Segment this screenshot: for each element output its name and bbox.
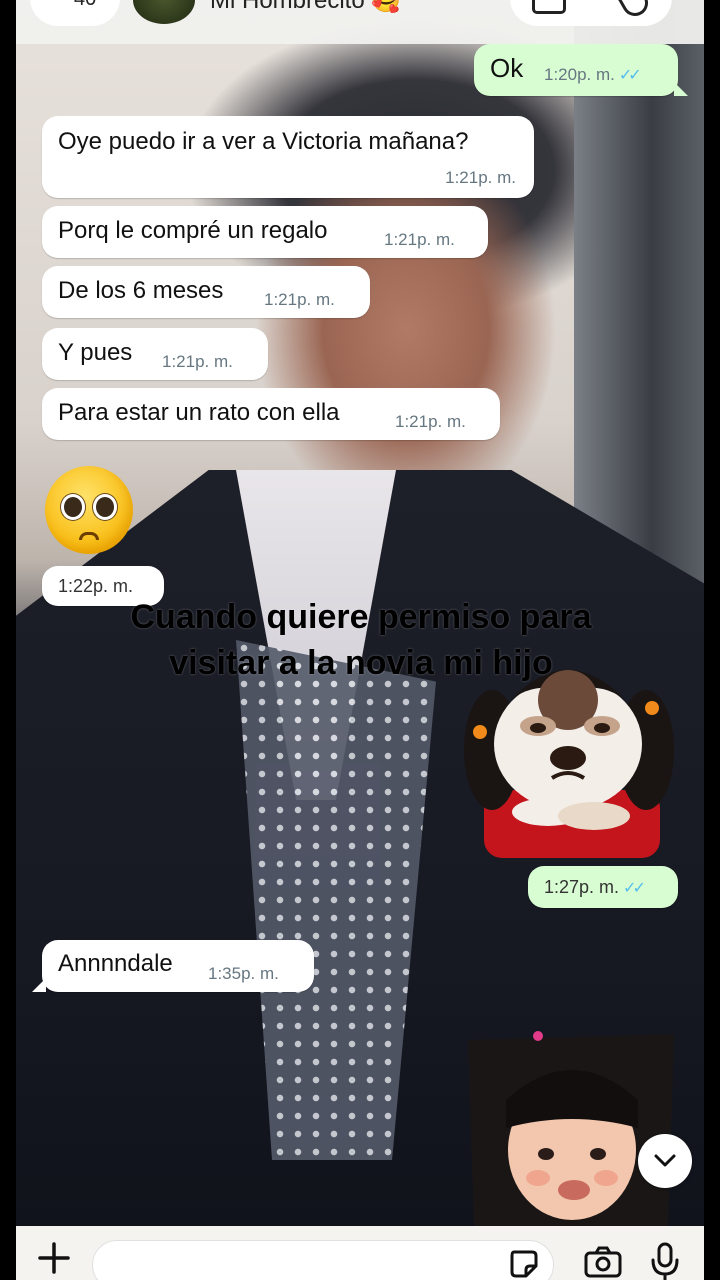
girl-sticker-art: [468, 1031, 674, 1226]
message-incoming[interactable]: Para estar un rato con ella 1:21p. m.: [42, 388, 500, 440]
bubble-tail: [32, 978, 46, 992]
scroll-down-button[interactable]: [638, 1134, 692, 1188]
video-call-icon[interactable]: [532, 0, 566, 14]
message-text: Oye puedo ir a ver a Victoria mañana?: [58, 128, 469, 155]
contact-name[interactable]: Mi Hombrecito 🥰: [210, 0, 401, 15]
voice-call-icon[interactable]: [617, 0, 653, 21]
message-time: 1:21p. m.: [264, 290, 335, 309]
read-ticks-icon: ✓✓: [618, 67, 642, 84]
message-time: 1:35p. m.: [208, 964, 279, 983]
message-time: 1:21p. m.: [162, 352, 233, 371]
pouting-girl-sticker[interactable]: [468, 1030, 674, 1226]
message-incoming[interactable]: Porq le compré un regalo 1:21p. m.: [42, 206, 488, 258]
sticker-button[interactable]: [508, 1248, 540, 1280]
camera-icon: [584, 1246, 622, 1278]
read-ticks-icon: ✓✓: [623, 880, 646, 897]
letterbox-right: [704, 0, 720, 1280]
message-text: Annnndale: [58, 950, 173, 977]
letterbox-left: [0, 0, 16, 1280]
pleading-face-emoji-icon[interactable]: [45, 466, 133, 554]
message-incoming[interactable]: Y pues 1:21p. m.: [42, 328, 268, 380]
message-time: 1:21p. m.: [395, 412, 466, 431]
chevron-down-icon: [654, 1154, 676, 1167]
message-text: Porq le compré un regalo: [58, 217, 328, 244]
bubble-tail: [674, 82, 688, 96]
message-outgoing[interactable]: Ok 1:20p. m. ✓✓: [474, 44, 688, 96]
message-incoming[interactable]: Oye puedo ir a ver a Victoria mañana? 1:…: [42, 116, 534, 198]
message-incoming[interactable]: De los 6 meses 1:21p. m.: [42, 266, 370, 318]
sticker-time-bubble: 1:27p. m. ✓✓: [528, 866, 678, 908]
message-text: Y pues: [58, 339, 133, 366]
overlay-caption: Cuando quiere permiso para visitar a la …: [130, 598, 592, 682]
sticker-icon: [510, 1250, 538, 1278]
plus-icon: [38, 1242, 70, 1274]
camera-button[interactable]: [584, 1246, 622, 1280]
message-text: De los 6 meses: [58, 277, 224, 304]
attach-plus-button[interactable]: [36, 1240, 72, 1280]
message-time: 1:21p. m.: [384, 230, 455, 249]
message-incoming[interactable]: Annnndale 1:35p. m.: [32, 940, 314, 992]
message-time: 1:21p. m.: [445, 168, 516, 187]
message-text: Para estar un rato con ella: [58, 399, 340, 426]
back-count: 40: [74, 0, 96, 11]
message-time: 1:20p. m. ✓✓: [544, 65, 642, 84]
call-buttons[interactable]: [510, 0, 672, 26]
message-text: Ok: [490, 53, 524, 83]
chat-screen: 40 Mi Hombrecito 🥰 Ok 1:20p. m.✓✓ Oye pu…: [0, 0, 720, 1280]
message-time: 1:27p. m. ✓✓: [544, 877, 646, 897]
microphone-icon: [651, 1242, 679, 1280]
microphone-button[interactable]: [650, 1242, 680, 1280]
message-composer: [16, 1226, 704, 1280]
message-input[interactable]: [92, 1240, 554, 1280]
